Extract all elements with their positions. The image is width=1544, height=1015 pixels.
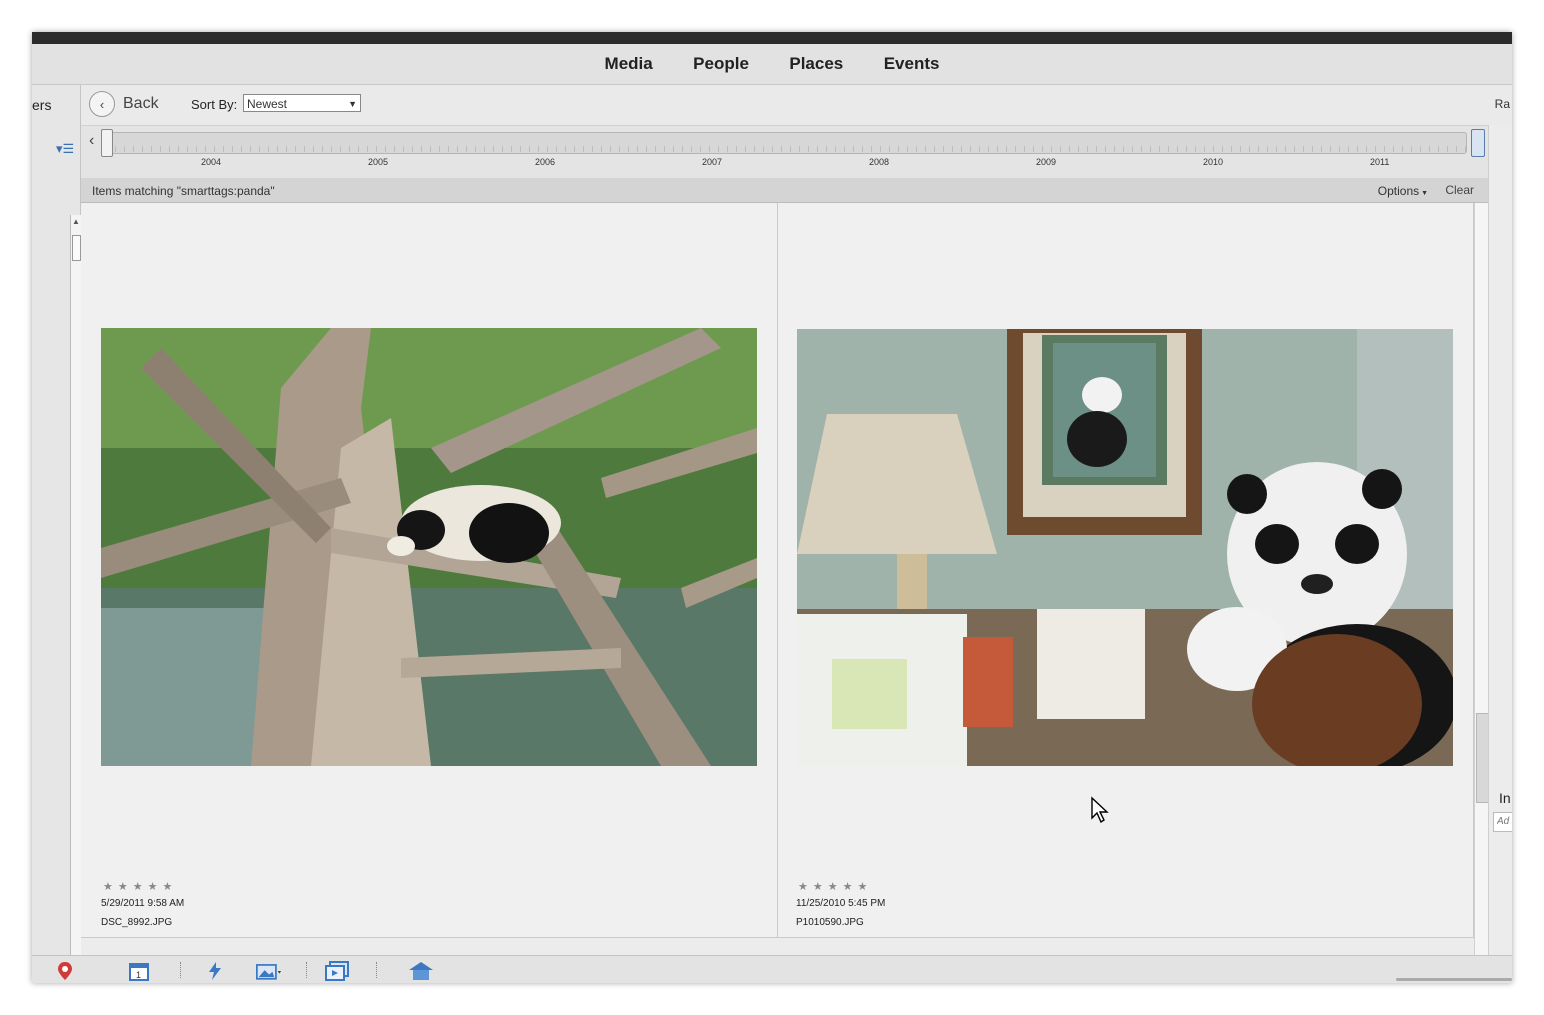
chevron-down-icon: ▼ bbox=[1419, 190, 1428, 197]
tab-places[interactable]: Places bbox=[789, 44, 843, 84]
instant-fix-icon[interactable] bbox=[202, 960, 228, 982]
timeline-end-handle[interactable] bbox=[1471, 129, 1485, 157]
timeline-left-arrow-icon[interactable]: ‹ bbox=[89, 132, 94, 150]
item-filename: DSC_8992.JPG bbox=[101, 917, 173, 928]
timeline-year: 2005 bbox=[368, 157, 389, 167]
add-tag-input[interactable] bbox=[1493, 812, 1512, 832]
timeline-year: 2010 bbox=[1203, 157, 1224, 167]
right-panel: In bbox=[1488, 125, 1512, 955]
right-toolbar-label: Ra bbox=[1494, 97, 1510, 111]
tab-people[interactable]: People bbox=[693, 44, 749, 84]
scroll-up-icon[interactable]: ▲ bbox=[72, 217, 80, 226]
sort-select[interactable]: Newest ▼ bbox=[243, 94, 361, 112]
bottom-taskbar: 1 bbox=[32, 955, 1512, 983]
item-datetime: 11/25/2010 5:45 PM bbox=[796, 898, 886, 909]
map-pin-icon[interactable] bbox=[52, 960, 78, 982]
media-grid: ★★★★★ 5/29/2011 9:58 AM DSC_8992.JPG ★★★… bbox=[81, 203, 1474, 937]
calendar-icon[interactable]: 1 bbox=[126, 960, 152, 982]
search-match-text: Items matching "smarttags:panda" bbox=[92, 184, 275, 198]
toolbar-separator bbox=[376, 962, 378, 978]
media-item[interactable]: ★★★★★ 5/29/2011 9:58 AM DSC_8992.JPG bbox=[81, 203, 778, 937]
back-label: Back bbox=[123, 95, 159, 112]
item-filename: P1010590.JPG bbox=[796, 917, 864, 928]
tab-media[interactable]: Media bbox=[605, 44, 653, 84]
title-bar bbox=[32, 32, 1512, 44]
left-panel-label: ers bbox=[32, 97, 52, 113]
photo-thumbnail-panda-in-tree[interactable] bbox=[101, 328, 757, 766]
timeline: ‹ 2004 2005 2006 2007 2008 2009 2010 201… bbox=[81, 125, 1508, 179]
timeline-start-handle[interactable] bbox=[101, 129, 113, 157]
clear-button[interactable]: Clear bbox=[1445, 183, 1474, 197]
tab-events[interactable]: Events bbox=[884, 44, 940, 84]
rating-stars[interactable]: ★★★★★ bbox=[798, 880, 872, 893]
left-panel: ers ▾☰ ▲ ▼ bbox=[32, 85, 81, 983]
timeline-year: 2007 bbox=[702, 157, 723, 167]
row-divider bbox=[81, 937, 1474, 938]
sort-by-label: Sort By: bbox=[191, 97, 238, 112]
photo-edit-icon[interactable] bbox=[256, 960, 282, 982]
slideshow-icon[interactable] bbox=[324, 960, 350, 982]
app-window: Media People Places Events ers ▾☰ ▲ ▼ ‹ … bbox=[32, 32, 1512, 983]
timeline-year: 2006 bbox=[535, 157, 556, 167]
share-icon[interactable] bbox=[408, 960, 434, 982]
timeline-year: 2008 bbox=[869, 157, 890, 167]
toolbar: ‹ Back Sort By: Newest ▼ Ra bbox=[81, 85, 1512, 125]
search-status-bar: Items matching "smarttags:panda" Options… bbox=[81, 178, 1512, 203]
view-tabs: Media People Places Events bbox=[32, 44, 1512, 85]
panel-menu-icon[interactable]: ▾☰ bbox=[56, 141, 74, 157]
left-scrollbar[interactable]: ▲ ▼ bbox=[70, 215, 81, 983]
options-label: Options bbox=[1377, 184, 1420, 198]
left-scroll-thumb[interactable] bbox=[72, 235, 81, 261]
back-button[interactable]: ‹ Back bbox=[89, 91, 159, 117]
timeline-year: 2004 bbox=[201, 157, 222, 167]
timeline-year: 2011 bbox=[1370, 157, 1390, 167]
sort-value: Newest bbox=[247, 97, 288, 111]
dropdown-arrow-icon: ▼ bbox=[348, 99, 357, 109]
chevron-left-icon: ‹ bbox=[89, 91, 115, 117]
item-datetime: 5/29/2011 9:58 AM bbox=[101, 898, 185, 909]
timeline-year: 2009 bbox=[1036, 157, 1057, 167]
media-item[interactable]: ★★★★★ 11/25/2010 5:45 PM P1010590.JPG bbox=[778, 203, 1474, 937]
options-button[interactable]: Options ▼ bbox=[1378, 184, 1428, 198]
info-panel-label: In bbox=[1499, 790, 1511, 806]
toolbar-separator bbox=[306, 962, 308, 978]
timeline-track[interactable] bbox=[105, 132, 1467, 154]
thumbnail-zoom-slider[interactable] bbox=[1396, 978, 1512, 981]
toolbar-separator bbox=[180, 962, 182, 978]
svg-text:1: 1 bbox=[136, 970, 141, 980]
grid-scrollbar[interactable] bbox=[1474, 203, 1489, 955]
rating-stars[interactable]: ★★★★★ bbox=[103, 880, 177, 893]
photo-thumbnail-stuffed-pandas[interactable] bbox=[797, 329, 1453, 766]
